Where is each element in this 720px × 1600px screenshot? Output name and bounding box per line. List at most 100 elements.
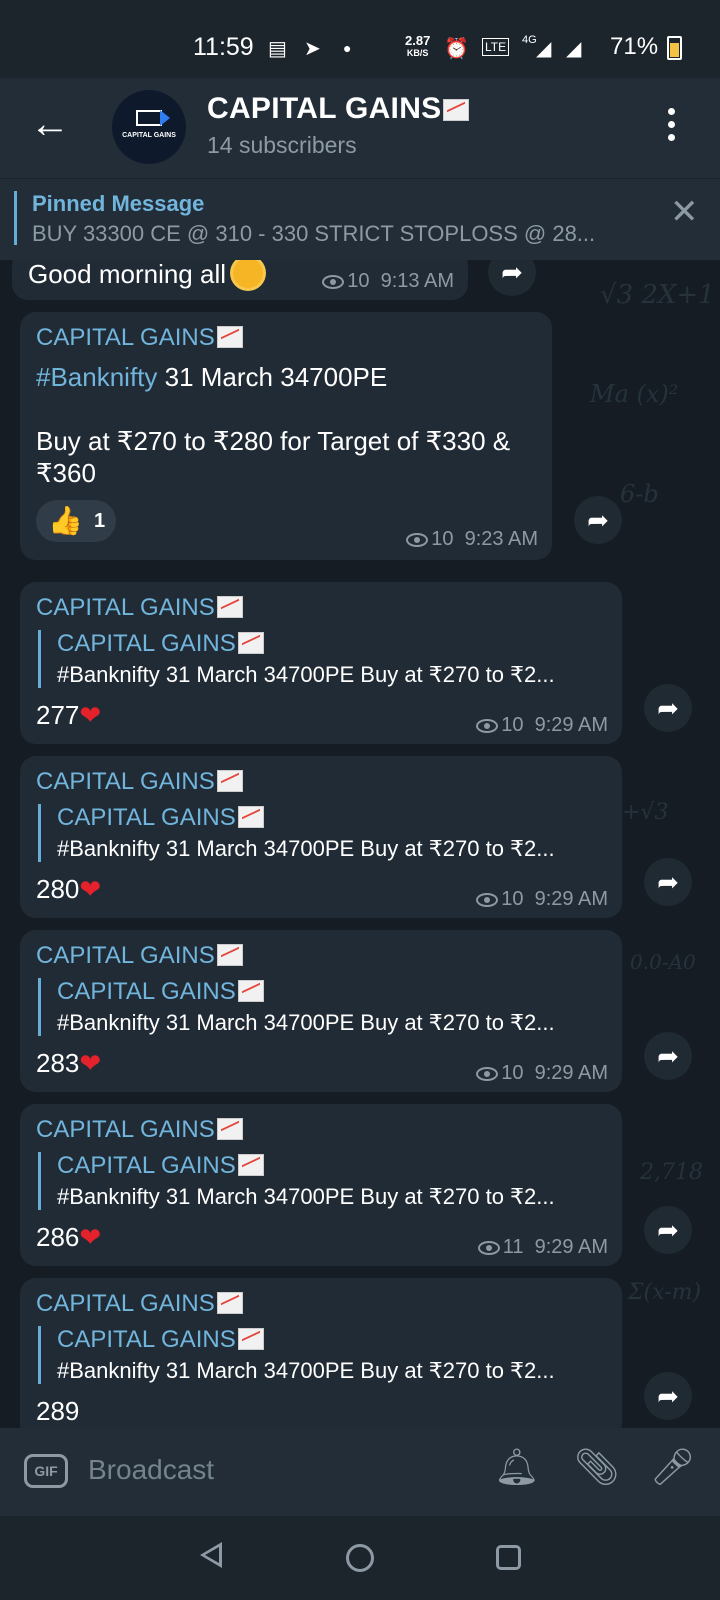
price-update: 283❤ [36,1048,101,1079]
gif-button[interactable]: GIF [24,1454,68,1488]
voice-button[interactable]: 🎤︎ [650,1446,696,1488]
forward-button[interactable]: ➦ [644,858,692,906]
message-list[interactable]: √3 2X+1 Ma (x)² 6-b +√3 0.0-A0 Σ(x-m) 2,… [0,260,720,1428]
broadcast-input[interactable]: Broadcast [88,1454,214,1486]
channel-avatar[interactable]: CAPITAL GAINS [112,90,186,164]
share-forward-icon: ➦ [657,1215,679,1245]
eye-icon [476,718,499,733]
chart-increasing-icon [216,1118,243,1140]
forward-button[interactable]: ➦ [644,684,692,732]
avatar-logo-text: CAPITAL GAINS [122,132,176,139]
alarm-icon: ⏰ [444,38,469,60]
price-update: 289 [36,1396,79,1427]
forward-button[interactable]: ➦ [574,496,622,544]
background-doodle: 2,718 [640,1160,703,1185]
message-author: CAPITAL GAINS [36,594,243,622]
hashtag-link[interactable]: #Banknifty [36,362,157,392]
message-line: #Banknifty 31 March 34700PE [36,362,387,393]
message-text: Good morning all [28,260,264,290]
message-bubble[interactable]: CAPITAL GAINS CAPITAL GAINS #Banknifty 3… [20,930,622,1092]
reply-quote[interactable]: CAPITAL GAINS #Banknifty 31 March 34700P… [38,1326,555,1384]
message-author: CAPITAL GAINS [36,768,243,796]
reply-quote[interactable]: CAPITAL GAINS #Banknifty 31 March 34700P… [38,978,555,1036]
message-time: 9:29 AM [534,1236,608,1258]
telegram-icon: ➤ [304,38,321,60]
message-author-name: CAPITAL GAINS [36,1116,215,1143]
share-forward-icon: ➦ [501,260,523,287]
message-meta: 10 9:23 AM [406,528,538,551]
share-forward-icon: ➦ [587,505,609,535]
network-speed-value: 2.87 [405,33,431,48]
back-button[interactable]: ← [30,104,70,144]
message-time: 9:29 AM [534,888,608,910]
notification-toggle[interactable]: 🔔︎ [494,1446,540,1488]
message-author-name: CAPITAL GAINS [36,768,215,795]
background-doodle: 0.0-A0 [630,950,696,974]
pinned-accent-bar [14,191,17,245]
reply-quote[interactable]: CAPITAL GAINS #Banknifty 31 March 34700P… [38,630,555,688]
channel-title-text: CAPITAL GAINS [207,92,442,125]
message-author-name: CAPITAL GAINS [36,324,215,351]
chart-increasing-icon [216,326,243,348]
price-update: 280❤ [36,874,101,905]
price-value: 277 [36,700,80,730]
reply-quote[interactable]: CAPITAL GAINS #Banknifty 31 March 34700P… [38,804,555,862]
forward-button[interactable]: ➦ [644,1206,692,1254]
background-doodle: √3 2X+1 [600,280,715,310]
eye-icon [476,892,499,907]
signal-icon: ◢ [536,38,552,60]
forward-button[interactable]: ➦ [644,1032,692,1080]
message-bubble[interactable]: CAPITAL GAINS CAPITAL GAINS #Banknifty 3… [20,1278,622,1428]
forward-button[interactable]: ➦ [488,260,536,296]
message-meta: 10 9:29 AM [476,1062,608,1085]
forward-button[interactable]: ➦ [644,1372,692,1420]
price-value: 289 [36,1396,80,1426]
more-menu-button[interactable] [664,108,678,147]
close-pinned-button[interactable]: ✕ [670,195,699,229]
chart-increasing-icon [237,980,264,1002]
share-forward-icon: ➦ [657,1381,679,1411]
channel-title[interactable]: CAPITAL GAINS [207,92,470,126]
paperclip-icon: 📎︎ [574,1446,620,1487]
view-count: 10 [501,1062,524,1084]
heart-icon: ❤ [79,1222,102,1252]
quote-author: CAPITAL GAINS [57,1152,555,1180]
message-bubble[interactable]: Good morning all 10 9:13 AM [12,260,468,300]
message-author: CAPITAL GAINS [36,942,243,970]
chart-increasing-icon [237,1154,264,1176]
message-bubble[interactable]: CAPITAL GAINS CAPITAL GAINS #Banknifty 3… [20,756,622,918]
volte-icon: LTE [482,38,510,56]
quote-text: #Banknifty 31 March 34700PE Buy at ₹270 … [57,1184,555,1209]
message-line-rest: 31 March 34700PE [157,362,388,392]
system-nav-bar [0,1516,720,1600]
view-count: 10 [347,270,370,292]
message-meta: 10 9:29 AM [476,888,608,911]
nav-recents-icon[interactable] [496,1545,521,1570]
heart-icon: ❤ [79,874,102,904]
message-bubble[interactable]: CAPITAL GAINS #Banknifty 31 March 34700P… [20,312,552,560]
quote-author: CAPITAL GAINS [57,1326,555,1354]
view-count: 10 [501,714,524,736]
attach-button[interactable]: 📎︎ [574,1446,620,1488]
message-text-content: Good morning all [28,260,226,289]
message-line: ₹360 [36,458,96,488]
price-update: 277❤ [36,700,101,731]
share-forward-icon: ➦ [657,867,679,897]
reply-quote[interactable]: CAPITAL GAINS #Banknifty 31 March 34700P… [38,1152,555,1210]
nav-back-icon[interactable] [200,1542,222,1568]
share-forward-icon: ➦ [657,1041,679,1071]
message-bubble[interactable]: CAPITAL GAINS CAPITAL GAINS #Banknifty 3… [20,1104,622,1266]
pinned-label: Pinned Message [32,191,205,216]
reaction-chip[interactable]: 👍 1 [36,500,116,542]
broadcast-bar: GIF Broadcast 🔔︎ 📎︎ 🎤︎ [0,1428,720,1516]
message-meta: 10 9:29 AM [476,714,608,737]
heart-icon: ❤ [79,1048,102,1078]
eye-icon [322,274,345,289]
message-author: CAPITAL GAINS [36,1290,243,1318]
nav-home-icon[interactable] [346,1544,374,1572]
eye-icon [476,1066,499,1081]
pinned-message[interactable]: Pinned Message BUY 33300 CE @ 310 - 330 … [0,178,720,260]
price-value: 283 [36,1048,80,1078]
quote-text: #Banknifty 31 March 34700PE Buy at ₹270 … [57,836,555,861]
message-bubble[interactable]: CAPITAL GAINS CAPITAL GAINS #Banknifty 3… [20,582,622,744]
